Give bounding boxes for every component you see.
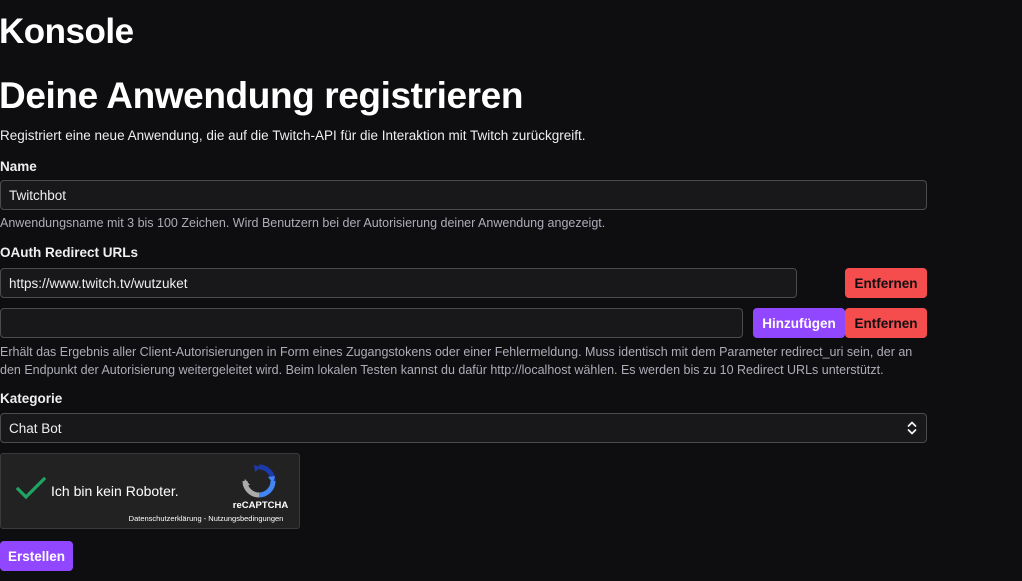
recaptcha-checkbox-label: Ich bin kein Roboter. xyxy=(51,483,179,499)
category-select[interactable]: Chat Bot xyxy=(0,413,927,443)
checkmark-icon[interactable] xyxy=(15,476,47,507)
redirect-urls-hint: Erhält das Ergebnis aller Client-Autoris… xyxy=(0,345,913,377)
recaptcha-widget: Ich bin kein Roboter. reCAPTCHA Datensch… xyxy=(0,453,300,529)
remove-redirect-url-button-2[interactable]: Entfernen xyxy=(845,308,927,338)
redirect-urls-label: OAuth Redirect URLs xyxy=(0,245,139,260)
chevron-up-down-icon xyxy=(906,420,918,436)
add-redirect-url-button[interactable]: Hinzufügen xyxy=(753,308,845,338)
name-label: Name xyxy=(0,159,37,174)
remove-redirect-url-button-1[interactable]: Entfernen xyxy=(845,268,927,298)
console-title: Konsole xyxy=(0,12,134,51)
category-selected-value: Chat Bot xyxy=(9,420,62,436)
name-input[interactable] xyxy=(0,180,927,210)
recaptcha-logo-icon xyxy=(242,464,276,503)
create-button[interactable]: Erstellen xyxy=(0,541,73,571)
redirect-url-input-1[interactable] xyxy=(0,268,797,298)
page-subtitle: Registriert eine neue Anwendung, die auf… xyxy=(0,128,586,143)
recaptcha-brand: reCAPTCHA xyxy=(232,500,289,511)
category-label: Kategorie xyxy=(0,391,63,406)
page-title: Deine Anwendung registrieren xyxy=(0,75,524,116)
redirect-url-input-2[interactable] xyxy=(0,308,743,338)
register-app-page: Konsole Deine Anwendung registrieren Reg… xyxy=(0,0,1022,581)
recaptcha-legal-links[interactable]: Datenschutzerklärung - Nutzungsbedingung… xyxy=(101,514,311,523)
name-hint: Anwendungsname mit 3 bis 100 Zeichen. Wi… xyxy=(0,216,606,230)
